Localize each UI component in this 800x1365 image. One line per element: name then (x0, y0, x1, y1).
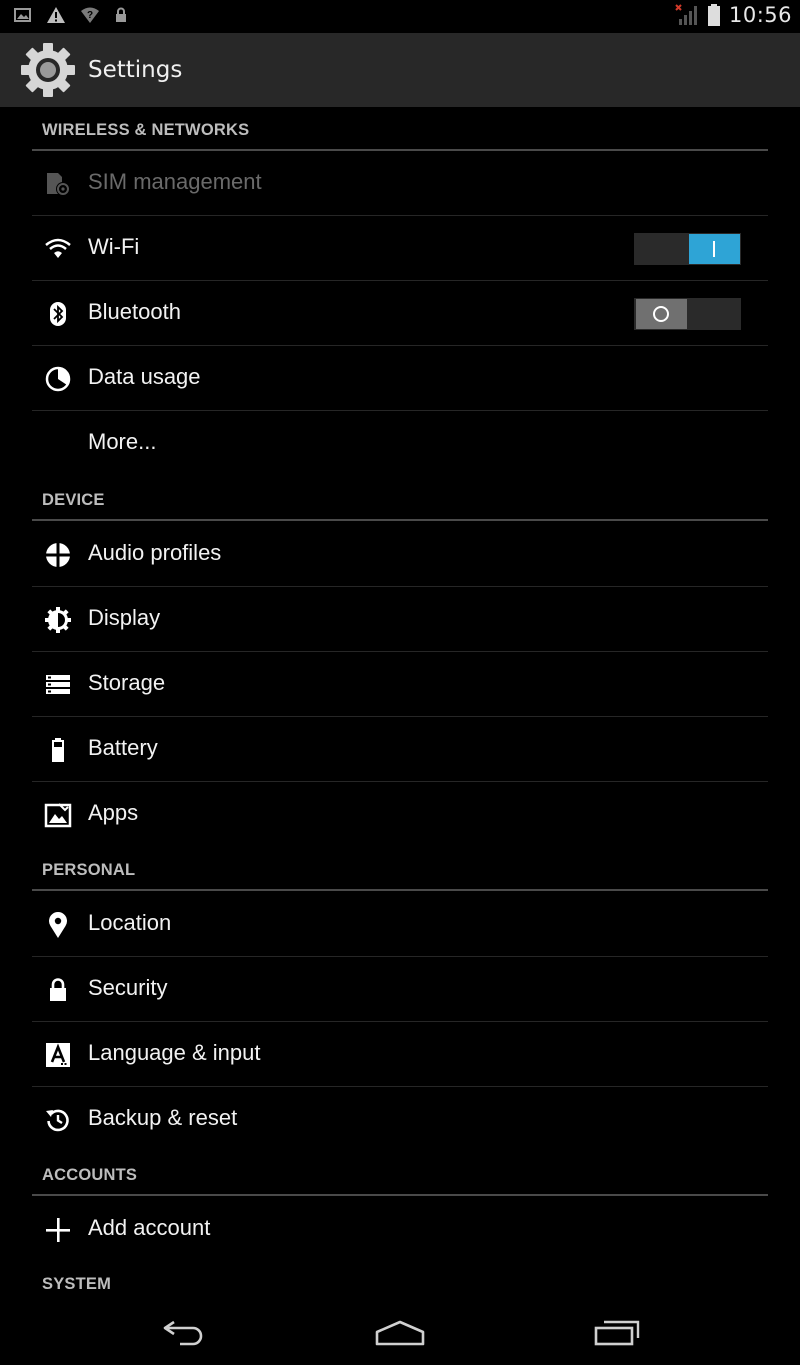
settings-item-sim-management[interactable]: SIM management (32, 151, 768, 216)
lock-icon (116, 7, 126, 22)
warning-icon (47, 7, 65, 23)
section-header-system: SYSTEM (32, 1262, 768, 1300)
add-icon (46, 1218, 70, 1242)
section-header-label: DEVICE (42, 491, 105, 509)
settings-item-more[interactable]: More... (32, 411, 768, 476)
location-pin-icon (49, 912, 67, 938)
settings-item-label: Battery (88, 735, 158, 760)
section-header-device: DEVICE (32, 476, 768, 521)
settings-item-wifi[interactable]: Wi-Fi (32, 216, 768, 281)
svg-text:?: ? (87, 10, 93, 21)
audio-profiles-icon (46, 543, 70, 567)
back-icon[interactable] (160, 1314, 208, 1348)
settings-item-label: Wi-Fi (88, 234, 140, 259)
toggle-thumb (636, 299, 687, 329)
settings-gear-icon[interactable] (18, 40, 78, 100)
action-bar: Settings (0, 33, 800, 107)
wifi-question-icon: ? (81, 7, 99, 23)
settings-item-label: Storage (88, 670, 166, 695)
settings-item-label: Display (88, 605, 161, 630)
status-bar: ? 10:56 (0, 0, 800, 33)
bluetooth-toggle[interactable] (634, 298, 741, 330)
settings-item-label: Location (88, 910, 172, 935)
settings-item-bluetooth[interactable]: Bluetooth (32, 281, 768, 346)
settings-item-label: Apps (88, 800, 139, 825)
settings-item-display[interactable]: Display (32, 587, 768, 652)
toggle-thumb (689, 234, 740, 264)
storage-icon (46, 675, 70, 694)
settings-item-audio-profiles[interactable]: Audio profiles (32, 522, 768, 587)
apps-icon (44, 803, 72, 828)
settings-item-label: Add account (88, 1215, 211, 1240)
settings-item-data-usage[interactable]: Data usage (32, 346, 768, 411)
backup-reset-icon (46, 1109, 69, 1132)
sim-card-icon (47, 173, 70, 196)
settings-item-security[interactable]: Security (32, 957, 768, 1022)
settings-item-label: Backup & reset (88, 1105, 238, 1130)
settings-item-location[interactable]: Location (32, 892, 768, 957)
section-header-label: ACCOUNTS (42, 1166, 138, 1184)
settings-item-label: Bluetooth (88, 299, 181, 324)
settings-item-label: SIM management (88, 169, 262, 194)
section-header-wireless: WIRELESS & NETWORKS (32, 107, 768, 151)
toggle-off-mark (653, 306, 669, 322)
display-brightness-icon (45, 607, 71, 633)
language-input-icon (46, 1043, 70, 1067)
home-icon[interactable] (374, 1314, 426, 1348)
settings-item-storage[interactable]: Storage (32, 652, 768, 717)
picture-icon (14, 8, 31, 22)
signal-no-sim-icon (675, 4, 697, 25)
section-header-accounts: ACCOUNTS (32, 1152, 768, 1196)
settings-item-label: Audio profiles (88, 540, 222, 565)
status-time: 10:56 (728, 3, 792, 27)
page-title: Settings (88, 57, 183, 83)
settings-item-add-account[interactable]: Add account (32, 1197, 768, 1262)
bluetooth-icon (50, 302, 66, 326)
settings-item-language-input[interactable]: Language & input (32, 1022, 768, 1087)
battery-icon (707, 4, 720, 26)
wifi-toggle[interactable] (634, 233, 741, 265)
settings-item-label: Data usage (88, 364, 201, 389)
recent-apps-icon[interactable] (592, 1314, 642, 1348)
battery-settings-icon (52, 738, 64, 762)
section-header-label: PERSONAL (42, 861, 136, 879)
section-header-label: SYSTEM (42, 1275, 112, 1293)
data-usage-icon (45, 366, 71, 392)
settings-item-label: Security (88, 975, 168, 1000)
wifi-icon (45, 238, 71, 258)
toggle-on-mark (713, 241, 715, 257)
navigation-bar (0, 1300, 800, 1365)
settings-item-label: Language & input (88, 1040, 261, 1065)
settings-item-apps[interactable]: Apps (32, 782, 768, 847)
security-lock-icon (50, 978, 66, 1001)
section-header-label: WIRELESS & NETWORKS (42, 121, 250, 139)
section-header-personal: PERSONAL (32, 847, 768, 891)
settings-item-battery[interactable]: Battery (32, 717, 768, 782)
settings-item-label: More... (88, 429, 157, 454)
settings-item-backup-reset[interactable]: Backup & reset (32, 1087, 768, 1152)
